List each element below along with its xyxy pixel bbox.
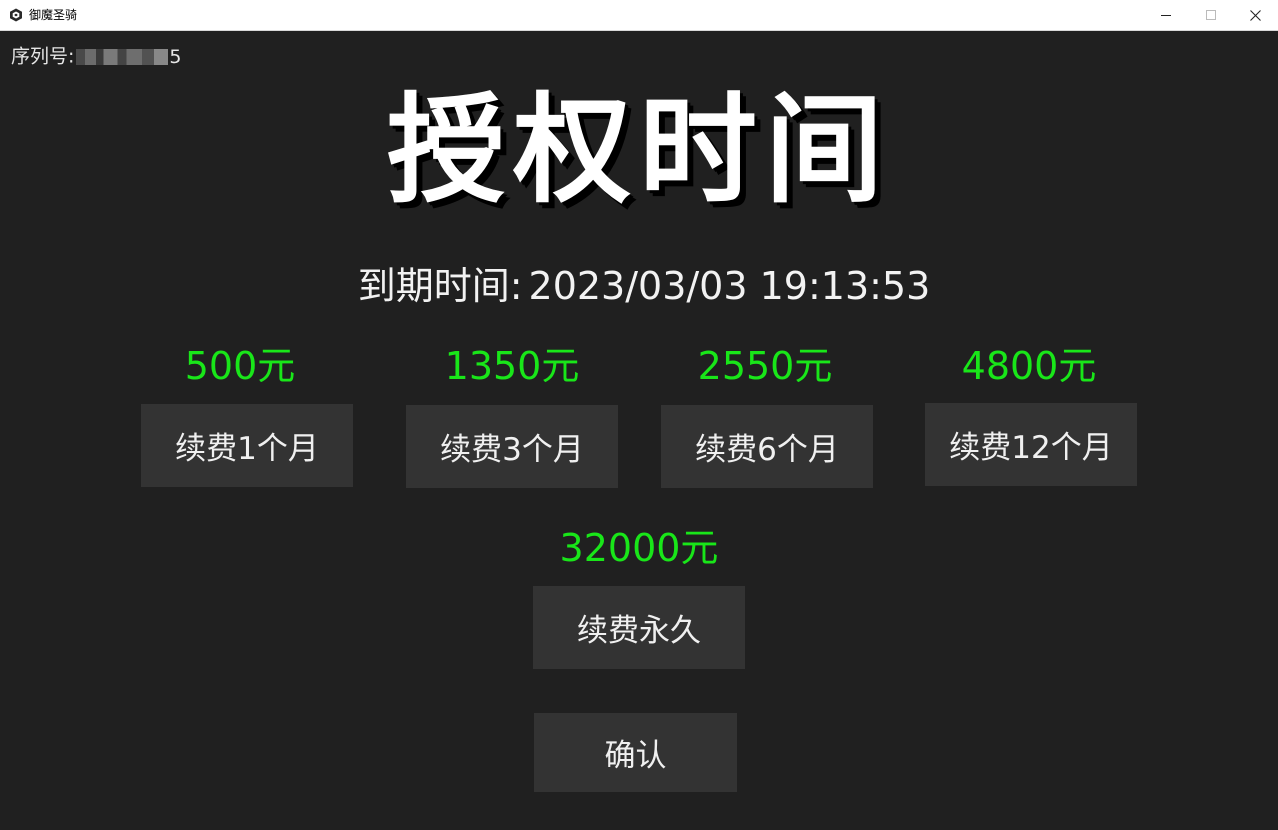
serial-label: 序列号: [11, 45, 75, 68]
close-button[interactable] [1232, 0, 1278, 30]
renew-6-months-button[interactable]: 续费6个月 [661, 405, 873, 488]
expiry-time: 到期时间: 2023/03/03 19:13:53 [0, 262, 1278, 310]
expiry-value: 2023/03/03 19:13:53 [528, 264, 931, 308]
price-6-months: 2550元 [697, 344, 833, 388]
renew-12-months-button[interactable]: 续费12个月 [925, 403, 1137, 486]
renew-3-months-button[interactable]: 续费3个月 [406, 405, 618, 488]
confirm-button[interactable]: 确认 [534, 713, 737, 792]
renew-permanent-button[interactable]: 续费永久 [533, 586, 745, 669]
price-3-months: 1350元 [444, 344, 580, 388]
serial-number: 序列号: 5 [11, 44, 182, 69]
maximize-icon [1206, 10, 1216, 20]
close-icon [1249, 9, 1261, 21]
expiry-label: 到期时间: [357, 264, 523, 308]
price-1-month: 500元 [184, 344, 296, 388]
serial-redaction [76, 48, 169, 65]
window-title: 御魔圣骑 [29, 8, 78, 22]
minimize-button[interactable] [1143, 0, 1189, 30]
serial-suffix: 5 [169, 45, 182, 68]
price-permanent: 32000元 [559, 526, 719, 570]
price-12-months: 4800元 [961, 344, 1097, 388]
maximize-button[interactable] [1188, 0, 1234, 30]
page-title: 授权时间 [386, 81, 891, 219]
renew-1-month-button[interactable]: 续费1个月 [141, 404, 353, 487]
app-icon [10, 8, 22, 22]
title-bar[interactable]: 御魔圣骑 [0, 0, 1278, 31]
minimize-icon [1161, 15, 1171, 16]
